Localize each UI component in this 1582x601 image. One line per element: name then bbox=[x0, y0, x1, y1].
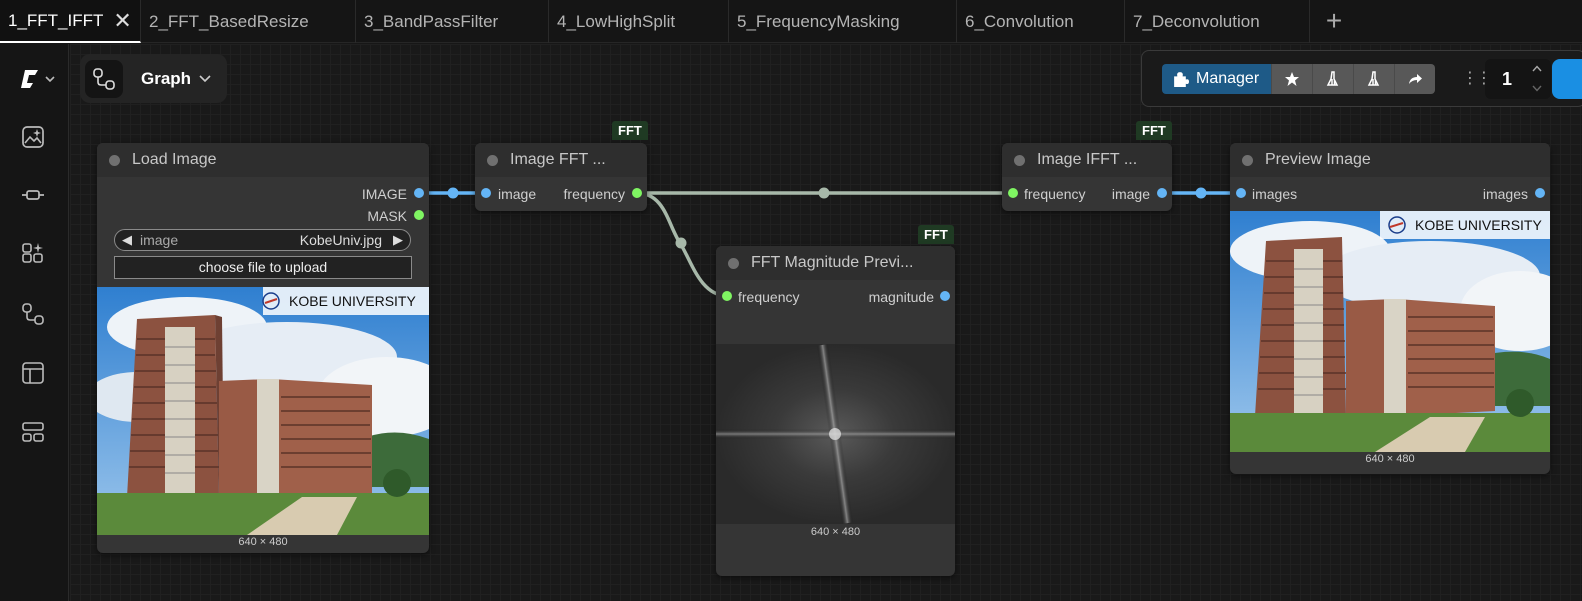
input-pin-frequency[interactable] bbox=[1008, 188, 1018, 198]
node-header[interactable]: FFT Magnitude Previ... bbox=[716, 246, 955, 280]
arrow-left-icon[interactable]: ◀ bbox=[122, 232, 132, 248]
fft-badge: FFT bbox=[1136, 121, 1172, 140]
load-image-node[interactable]: Load Image IMAGE MASK ◀ image KobeUniv.j… bbox=[97, 143, 429, 553]
output-pin-image[interactable] bbox=[1157, 188, 1167, 198]
image-dimensions: 640 × 480 bbox=[810, 526, 861, 538]
kobe-university-logo: KOBE UNIVERSITY bbox=[1415, 217, 1542, 233]
node-header[interactable]: Image IFFT ... bbox=[1002, 143, 1172, 177]
fft-magnitude-preview-node[interactable]: FFT Magnitude Previ... frequency magnitu… bbox=[716, 246, 955, 576]
output-label-mask: MASK bbox=[367, 208, 407, 224]
link-midpoint[interactable] bbox=[447, 187, 459, 199]
output-label-image: image bbox=[1111, 186, 1150, 202]
upload-file-button[interactable]: choose file to upload bbox=[114, 256, 412, 279]
collapse-dot-icon[interactable] bbox=[728, 257, 739, 269]
output-label-frequency: frequency bbox=[563, 186, 625, 202]
output-image-preview: KOBE UNIVERSITY bbox=[1230, 211, 1550, 452]
kobe-university-logo: KOBE UNIVERSITY bbox=[289, 293, 416, 309]
image-file-selector[interactable]: ◀ image KobeUniv.jpg ▶ bbox=[114, 229, 411, 251]
image-ifft-node[interactable]: Image IFFT ... frequency image bbox=[1002, 143, 1172, 211]
node-title: Preview Image bbox=[1265, 151, 1371, 168]
node-header[interactable]: Preview Image bbox=[1230, 143, 1550, 177]
arrow-right-icon[interactable]: ▶ bbox=[393, 232, 403, 248]
output-label-images: images bbox=[1482, 186, 1528, 202]
link-midpoint[interactable] bbox=[675, 237, 687, 249]
output-pin-frequency[interactable] bbox=[632, 188, 642, 198]
input-label-frequency: frequency bbox=[738, 289, 800, 305]
comfyui-app: 1_FFT_IFFT ✕ 2_FFT_BasedResize 3_BandPas… bbox=[0, 0, 1582, 601]
output-label-image: IMAGE bbox=[361, 186, 407, 202]
fft-magnitude-image bbox=[716, 344, 955, 524]
image-selector-label: image bbox=[140, 232, 179, 248]
node-header[interactable]: Load Image bbox=[97, 143, 429, 177]
input-label-images: images bbox=[1252, 186, 1298, 202]
fft-badge: FFT bbox=[918, 225, 954, 244]
collapse-dot-icon[interactable] bbox=[109, 154, 120, 166]
collapse-dot-icon[interactable] bbox=[1014, 154, 1025, 166]
fft-badge: FFT bbox=[612, 121, 648, 140]
node-title: FFT Magnitude Previ... bbox=[751, 254, 914, 271]
image-dimensions: 640 × 480 bbox=[1365, 453, 1415, 465]
link-midpoint[interactable] bbox=[1195, 187, 1207, 199]
node-title: Image FFT ... bbox=[510, 151, 606, 168]
input-pin-images[interactable] bbox=[1236, 188, 1246, 198]
link-midpoint[interactable] bbox=[818, 187, 830, 199]
output-pin-magnitude[interactable] bbox=[940, 291, 950, 301]
output-pin-images[interactable] bbox=[1535, 188, 1545, 198]
input-label-image: image bbox=[498, 186, 537, 202]
preview-image-node[interactable]: Preview Image images images KOBE UNIVERS… bbox=[1230, 143, 1550, 474]
input-pin-image[interactable] bbox=[481, 188, 491, 198]
node-title: Image IFFT ... bbox=[1037, 151, 1138, 168]
image-dimensions: 640 × 480 bbox=[238, 536, 288, 548]
image-selector-value: KobeUniv.jpg bbox=[299, 232, 382, 248]
input-label-frequency: frequency bbox=[1024, 186, 1086, 202]
image-fft-node[interactable]: Image FFT ... image frequency bbox=[475, 143, 647, 211]
output-pin-image[interactable] bbox=[414, 188, 424, 198]
loaded-image-preview: KOBE UNIVERSITY bbox=[97, 287, 429, 535]
node-title: Load Image bbox=[132, 151, 217, 168]
output-pin-mask[interactable] bbox=[414, 210, 424, 220]
input-pin-frequency[interactable] bbox=[722, 291, 732, 301]
node-header[interactable]: Image FFT ... bbox=[475, 143, 647, 177]
output-label-magnitude: magnitude bbox=[868, 289, 934, 305]
collapse-dot-icon[interactable] bbox=[487, 154, 498, 166]
collapse-dot-icon[interactable] bbox=[1242, 154, 1253, 166]
